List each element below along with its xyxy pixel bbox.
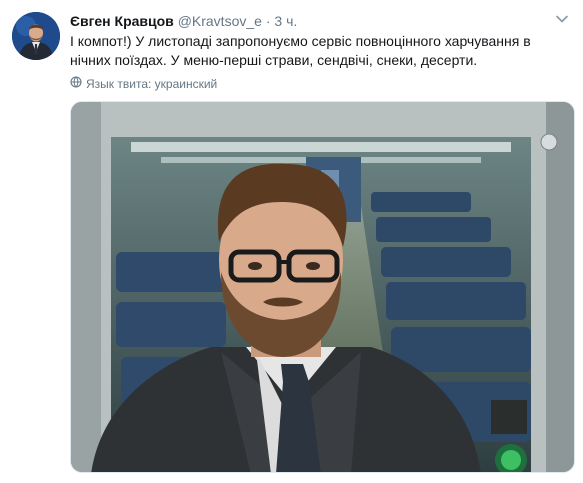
translate-tweet-link[interactable]: Язык твита: украинский: [70, 76, 217, 91]
photo-selfie-train-interior: [71, 102, 574, 472]
tweet-header: Євген Кравцов @Kravtsov_e · 3 ч.: [70, 12, 297, 30]
translate-label: Язык твита: украинский: [86, 76, 218, 91]
chevron-down-icon[interactable]: [555, 12, 569, 26]
avatar-image: [12, 12, 60, 60]
globe-icon: [70, 76, 82, 91]
separator-dot: ·: [265, 13, 271, 29]
tweet-photo[interactable]: [70, 101, 575, 473]
author-avatar[interactable]: [12, 12, 60, 60]
author-handle[interactable]: @Kravtsov_e: [178, 13, 262, 29]
author-name[interactable]: Євген Кравцов: [70, 13, 174, 29]
tweet-timestamp[interactable]: 3 ч.: [274, 13, 297, 29]
tweet-text: І компот!) У листопаді запропонуємо серв…: [70, 33, 531, 68]
